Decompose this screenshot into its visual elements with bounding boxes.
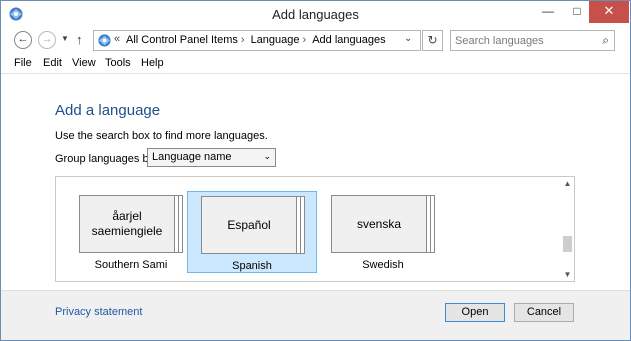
language-item-spanish[interactable]: Español Spanish xyxy=(187,191,317,273)
breadcrumb-separator-icon[interactable]: › xyxy=(303,34,307,46)
menu-help[interactable]: Help xyxy=(141,57,164,69)
up-button[interactable]: ↑ xyxy=(76,32,83,47)
language-name: Spanish xyxy=(232,260,272,272)
language-native-name: Español xyxy=(201,196,297,254)
menu-view[interactable]: View xyxy=(72,57,96,69)
footer-bar: Privacy statement Open Cancel xyxy=(1,290,630,340)
breadcrumb-separator-icon[interactable]: › xyxy=(241,34,245,46)
menu-file[interactable]: File xyxy=(14,57,32,69)
title-bar: Add languages — □ ✕ xyxy=(1,1,630,27)
address-overflow-icon[interactable]: « xyxy=(114,33,120,45)
refresh-button[interactable]: ↻ xyxy=(422,30,443,51)
address-dropdown-icon[interactable]: ⌄ xyxy=(404,33,412,44)
forward-button[interactable]: → xyxy=(38,31,56,49)
language-native-name: svenska xyxy=(331,195,427,253)
page-title: Add a language xyxy=(55,102,161,119)
cancel-button[interactable]: Cancel xyxy=(514,303,574,322)
control-panel-icon xyxy=(98,34,111,47)
search-hint: Use the search box to find more language… xyxy=(55,130,268,142)
address-bar[interactable]: « All Control Panel Items › Language › Add l… xyxy=(93,30,421,51)
language-tile: åarjel saemiengiele xyxy=(79,195,183,253)
language-name: Swedish xyxy=(362,259,404,271)
vertical-scrollbar[interactable]: ▲ ▼ xyxy=(559,177,574,281)
navigation-bar: ← → ▼ ↑ « All Control Panel Items › Langua… xyxy=(1,28,630,54)
language-native-name: åarjel saemiengiele xyxy=(79,195,175,253)
scroll-thumb[interactable] xyxy=(563,235,572,252)
privacy-statement-link[interactable]: Privacy statement xyxy=(55,306,142,318)
close-button[interactable]: ✕ xyxy=(589,1,629,23)
language-item-southern-sami[interactable]: åarjel saemiengiele Southern Sami xyxy=(66,191,196,273)
menu-edit[interactable]: Edit xyxy=(43,57,62,69)
breadcrumb-all-control-panel-items[interactable]: All Control Panel Items xyxy=(126,34,238,46)
breadcrumb-add-languages[interactable]: Add languages xyxy=(312,34,385,46)
group-by-label: Group languages by: xyxy=(55,153,158,165)
maximize-button[interactable]: □ xyxy=(563,1,591,23)
language-name: Southern Sami xyxy=(94,259,168,271)
group-by-select[interactable]: Language name ⌄ xyxy=(147,148,276,167)
menu-tools[interactable]: Tools xyxy=(105,57,131,69)
scroll-down-icon[interactable]: ▼ xyxy=(560,270,575,279)
language-tile: Español xyxy=(201,196,305,254)
search-icon[interactable]: ⌕ xyxy=(602,33,609,48)
scroll-up-icon[interactable]: ▲ xyxy=(560,179,575,188)
open-button[interactable]: Open xyxy=(445,303,505,322)
breadcrumb-language[interactable]: Language xyxy=(251,34,300,46)
language-item-swedish[interactable]: svenska Swedish xyxy=(318,191,448,273)
minimize-button[interactable]: — xyxy=(534,1,562,23)
search-input[interactable] xyxy=(455,33,590,48)
group-by-value: Language name xyxy=(152,151,232,163)
add-languages-window: Add languages — □ ✕ ← → ▼ ↑ « All Contro… xyxy=(0,0,631,341)
language-list: åarjel saemiengiele Southern Sami Españo… xyxy=(55,176,575,282)
search-box[interactable]: ⌕ xyxy=(450,30,615,51)
recent-locations-button[interactable]: ▼ xyxy=(61,34,69,43)
back-button[interactable]: ← xyxy=(14,31,32,49)
menu-bar: File Edit View Tools Help xyxy=(1,55,630,74)
chevron-down-icon: ⌄ xyxy=(263,151,271,161)
main-content: Add a language Use the search box to fin… xyxy=(1,75,630,290)
breadcrumb: All Control Panel Items › Language › Add lan… xyxy=(126,34,389,46)
language-tile: svenska xyxy=(331,195,435,253)
